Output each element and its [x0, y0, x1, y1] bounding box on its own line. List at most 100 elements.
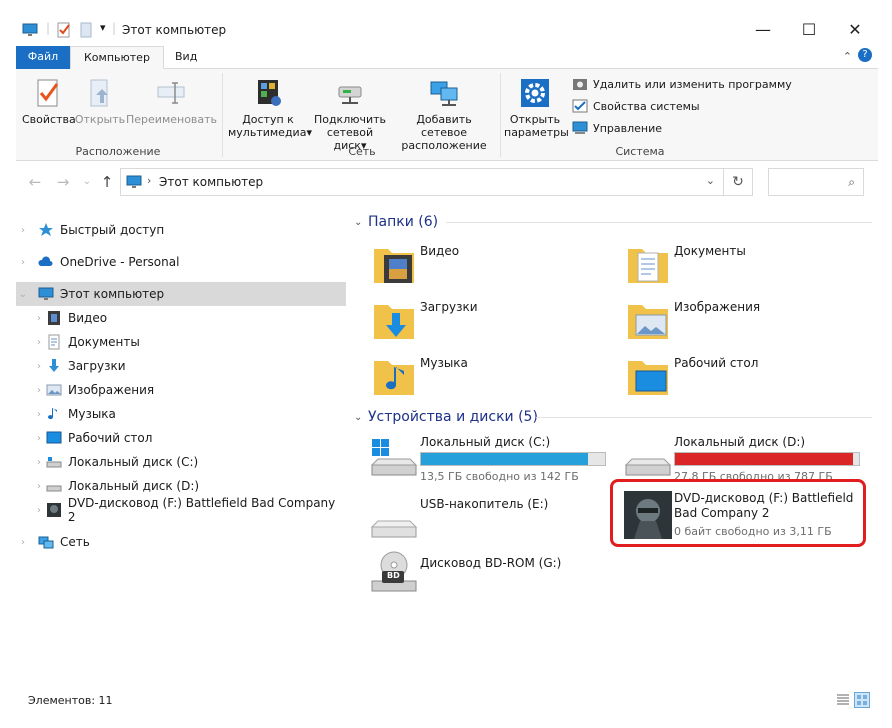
rename-button[interactable]: Переименовать [126, 77, 217, 126]
folder-music[interactable]: Музыка [370, 353, 610, 405]
large-icons-view-icon[interactable] [854, 692, 870, 708]
folders-group-header[interactable]: ⌄ Папки (6) [354, 211, 438, 233]
expand-icon[interactable]: › [32, 409, 46, 420]
folder-videos[interactable]: Видео [370, 241, 610, 293]
tab-view[interactable]: Вид [162, 46, 210, 69]
nav-downloads[interactable]: › Загрузки [16, 354, 346, 378]
expand-icon[interactable]: › [32, 313, 46, 324]
expand-icon[interactable]: › [32, 457, 46, 468]
usb-drive-icon [370, 520, 418, 538]
expand-icon[interactable]: › [32, 361, 46, 372]
properties-icon[interactable] [56, 22, 72, 38]
document-icon [48, 334, 60, 350]
folder-pictures[interactable]: Изображения [624, 297, 864, 349]
properties-button[interactable]: Свойства [22, 77, 76, 126]
expand-icon[interactable]: › [32, 505, 46, 516]
uninstall-program-button[interactable]: Удалить или изменить программу [572, 75, 792, 93]
expand-icon[interactable]: › [16, 537, 30, 548]
map-network-drive-button[interactable]: Подключить сетевой диск▾ [310, 77, 390, 152]
nav-pictures[interactable]: › Изображения [16, 378, 346, 402]
expand-icon[interactable]: › [16, 257, 30, 268]
nav-quick-access[interactable]: › Быстрый доступ [16, 218, 346, 242]
open-settings-button[interactable]: Открыть параметры [504, 77, 569, 139]
refresh-button[interactable]: ↻ [724, 168, 753, 196]
expand-icon[interactable]: › [32, 337, 46, 348]
help-icon[interactable]: ? [858, 48, 872, 62]
forward-arrow-icon[interactable]: → [54, 173, 72, 191]
network-location-icon [430, 81, 458, 106]
nav-drive-c[interactable]: › Локальный диск (C:) [16, 450, 346, 474]
bd-badge: BD [387, 571, 400, 580]
highlight-annotation [610, 479, 866, 547]
network-drive-icon [338, 86, 362, 104]
customize-quick-access-icon[interactable]: ▾ [100, 21, 106, 34]
breadcrumb-this-pc[interactable]: Этот компьютер [159, 175, 263, 189]
open-icon [90, 79, 108, 107]
collapse-icon[interactable]: ⌄ [16, 289, 30, 300]
content-pane: ⌄ Папки (6) Видео Документы Загрузки Изо… [346, 205, 878, 680]
nav-documents[interactable]: › Документы [16, 330, 346, 354]
tab-computer[interactable]: Компьютер [70, 46, 164, 69]
nav-music[interactable]: › Музыка [16, 402, 346, 426]
search-icon: ⌕ [848, 174, 855, 189]
chevron-down-icon[interactable]: ⌄ [706, 174, 715, 187]
group-label-system: Система [615, 145, 665, 158]
computer-icon [126, 175, 142, 188]
details-view-icon[interactable] [836, 693, 850, 707]
game-disc-icon [46, 503, 61, 517]
breadcrumb-separator-icon[interactable]: › [147, 174, 151, 187]
recent-locations-icon[interactable]: ⌄ [78, 173, 96, 191]
close-button[interactable]: ✕ [832, 14, 878, 44]
drive-e-usb[interactable]: USB-накопитель (E:) [370, 497, 620, 553]
folder-downloads[interactable]: Загрузки [370, 297, 610, 349]
nav-drive-d[interactable]: › Локальный диск (D:) [16, 474, 346, 498]
expand-icon[interactable]: › [32, 385, 46, 396]
group-separator [500, 73, 501, 157]
folder-documents[interactable]: Документы [624, 241, 864, 293]
system-properties-button[interactable]: Свойства системы [572, 97, 700, 115]
chevron-up-icon[interactable]: ⌃ [843, 50, 852, 63]
disk-usage-bar [420, 452, 606, 466]
divider [536, 417, 872, 418]
navigation-pane: › Быстрый доступ › OneDrive - Personal ⌄… [16, 210, 346, 680]
up-arrow-icon[interactable]: ↑ [98, 173, 116, 191]
address-bar[interactable]: › Этот компьютер ⌄ [120, 168, 724, 196]
cloud-icon [38, 256, 53, 266]
add-network-location-button[interactable]: Добавить сетевое расположение [392, 77, 496, 152]
system-properties-icon [572, 99, 588, 113]
open-button[interactable]: Открыть [74, 77, 126, 126]
programs-icon [573, 79, 587, 90]
video-folder-icon [48, 311, 60, 325]
expand-icon[interactable]: › [32, 481, 46, 492]
back-arrow-icon[interactable]: ← [26, 173, 44, 191]
folder-desktop[interactable]: Рабочий стол [624, 353, 864, 405]
computer-icon [22, 23, 38, 36]
devices-group-header[interactable]: ⌄ Устройства и диски (5) [354, 406, 538, 428]
maximize-button[interactable]: ☐ [786, 14, 832, 44]
nav-desktop[interactable]: › Рабочий стол [16, 426, 346, 450]
nav-this-pc[interactable]: ⌄ Этот компьютер [16, 282, 346, 306]
chevron-down-icon[interactable]: ⌄ [354, 217, 368, 228]
chevron-down-icon[interactable]: ⌄ [354, 412, 368, 423]
media-access-button[interactable]: Доступ к мультимедиа▾ [228, 77, 312, 139]
nav-videos[interactable]: › Видео [16, 306, 346, 330]
computer-management-icon [572, 121, 588, 134]
expand-icon[interactable]: › [16, 225, 30, 236]
tab-file[interactable]: Файл [16, 46, 70, 69]
rename-icon [157, 82, 185, 104]
new-folder-icon[interactable] [78, 22, 94, 38]
nav-dvd-drive-f[interactable]: › DVD-дисковод (F:) Battlefield Bad Comp… [16, 496, 346, 524]
manage-button[interactable]: Управление [572, 119, 662, 137]
drive-g-bd-rom[interactable]: BD Дисковод BD-ROM (G:) [370, 549, 620, 605]
pictures-folder-icon [628, 305, 668, 339]
expand-icon[interactable]: › [32, 433, 46, 444]
nav-network[interactable]: › Сеть [16, 530, 346, 554]
nav-onedrive[interactable]: › OneDrive - Personal [16, 250, 346, 274]
refresh-icon: ↻ [732, 174, 744, 190]
search-input[interactable]: ⌕ [768, 168, 864, 196]
disk-usage-bar [674, 452, 860, 466]
minimize-button[interactable]: — [740, 14, 786, 44]
drive-c[interactable]: Локальный диск (C:) 13,5 ГБ свободно из … [370, 435, 620, 491]
disk-usage-fill [675, 453, 853, 465]
window-title: Этот компьютер [122, 23, 227, 37]
